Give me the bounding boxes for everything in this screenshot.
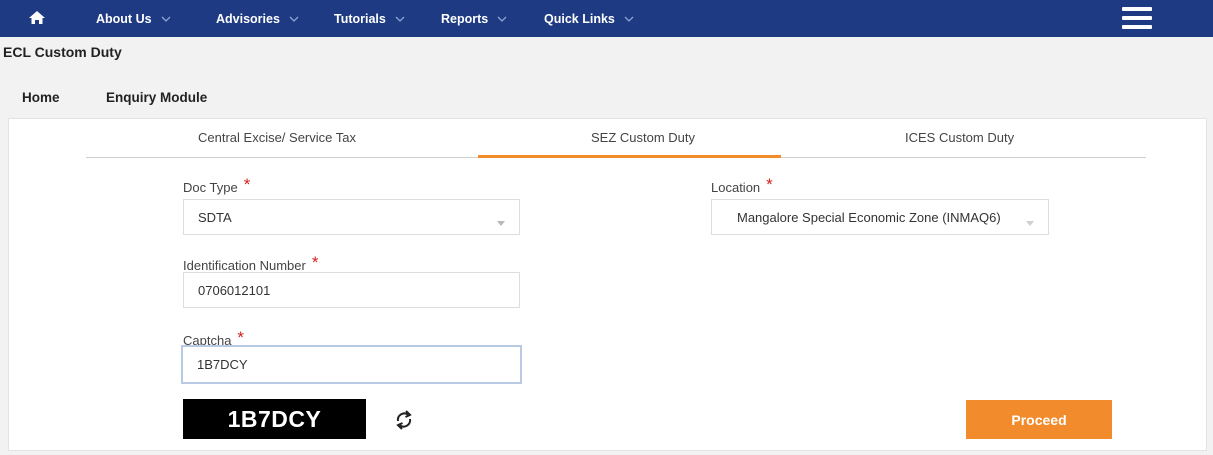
breadcrumb-enquiry-module[interactable]: Enquiry Module xyxy=(106,90,207,105)
caret-down-icon xyxy=(1026,214,1034,229)
location-value: Mangalore Special Economic Zone (INMAQ6) xyxy=(737,209,1001,225)
nav-reports[interactable]: Reports xyxy=(441,0,507,37)
caret-down-icon xyxy=(497,214,505,229)
tab-sez-custom-duty[interactable]: SEZ Custom Duty xyxy=(591,130,695,145)
captcha-input[interactable] xyxy=(181,345,522,384)
chevron-down-icon xyxy=(395,16,405,22)
location-label: Location * xyxy=(711,175,773,197)
tab-ices-custom-duty[interactable]: ICES Custom Duty xyxy=(905,130,1014,145)
nav-quick-links[interactable]: Quick Links xyxy=(544,0,634,37)
chevron-down-icon xyxy=(624,16,634,22)
chevron-down-icon xyxy=(289,16,299,22)
chevron-down-icon xyxy=(497,16,507,22)
required-asterisk: * xyxy=(766,175,773,194)
nav-reports-label: Reports xyxy=(441,11,489,26)
breadcrumb-home[interactable]: Home xyxy=(22,90,60,105)
nav-advisories-label: Advisories xyxy=(216,11,280,26)
nav-about-us[interactable]: About Us xyxy=(96,0,171,37)
doc-type-label-text: Doc Type xyxy=(183,180,238,195)
proceed-button[interactable]: Proceed xyxy=(966,400,1112,439)
doc-type-label: Doc Type * xyxy=(183,175,251,197)
doc-type-value: SDTA xyxy=(198,209,232,225)
nav-about-us-label: About Us xyxy=(96,11,152,26)
refresh-icon[interactable] xyxy=(393,408,415,432)
location-select[interactable]: Mangalore Special Economic Zone (INMAQ6) xyxy=(711,199,1049,235)
doc-type-select[interactable]: SDTA xyxy=(183,199,520,235)
top-navbar: About Us Advisories Tutorials Reports Qu… xyxy=(0,0,1213,37)
hamburger-icon[interactable] xyxy=(1122,7,1152,29)
home-icon[interactable] xyxy=(26,7,48,29)
location-label-text: Location xyxy=(711,180,761,195)
tab-central-excise[interactable]: Central Excise/ Service Tax xyxy=(198,130,356,145)
nav-tutorials-label: Tutorials xyxy=(334,11,386,26)
required-asterisk: * xyxy=(311,253,319,272)
nav-quick-links-label: Quick Links xyxy=(544,11,615,26)
required-asterisk: * xyxy=(243,175,251,194)
page-title: ECL Custom Duty xyxy=(3,44,122,60)
identification-number-input[interactable] xyxy=(183,272,520,308)
nav-tutorials[interactable]: Tutorials xyxy=(334,0,405,37)
nav-advisories[interactable]: Advisories xyxy=(216,0,299,37)
chevron-down-icon xyxy=(161,16,171,22)
active-tab-indicator xyxy=(478,155,781,158)
identification-number-label-text: Identification Number xyxy=(183,258,306,273)
captcha-image: 1B7DCY xyxy=(183,399,366,439)
